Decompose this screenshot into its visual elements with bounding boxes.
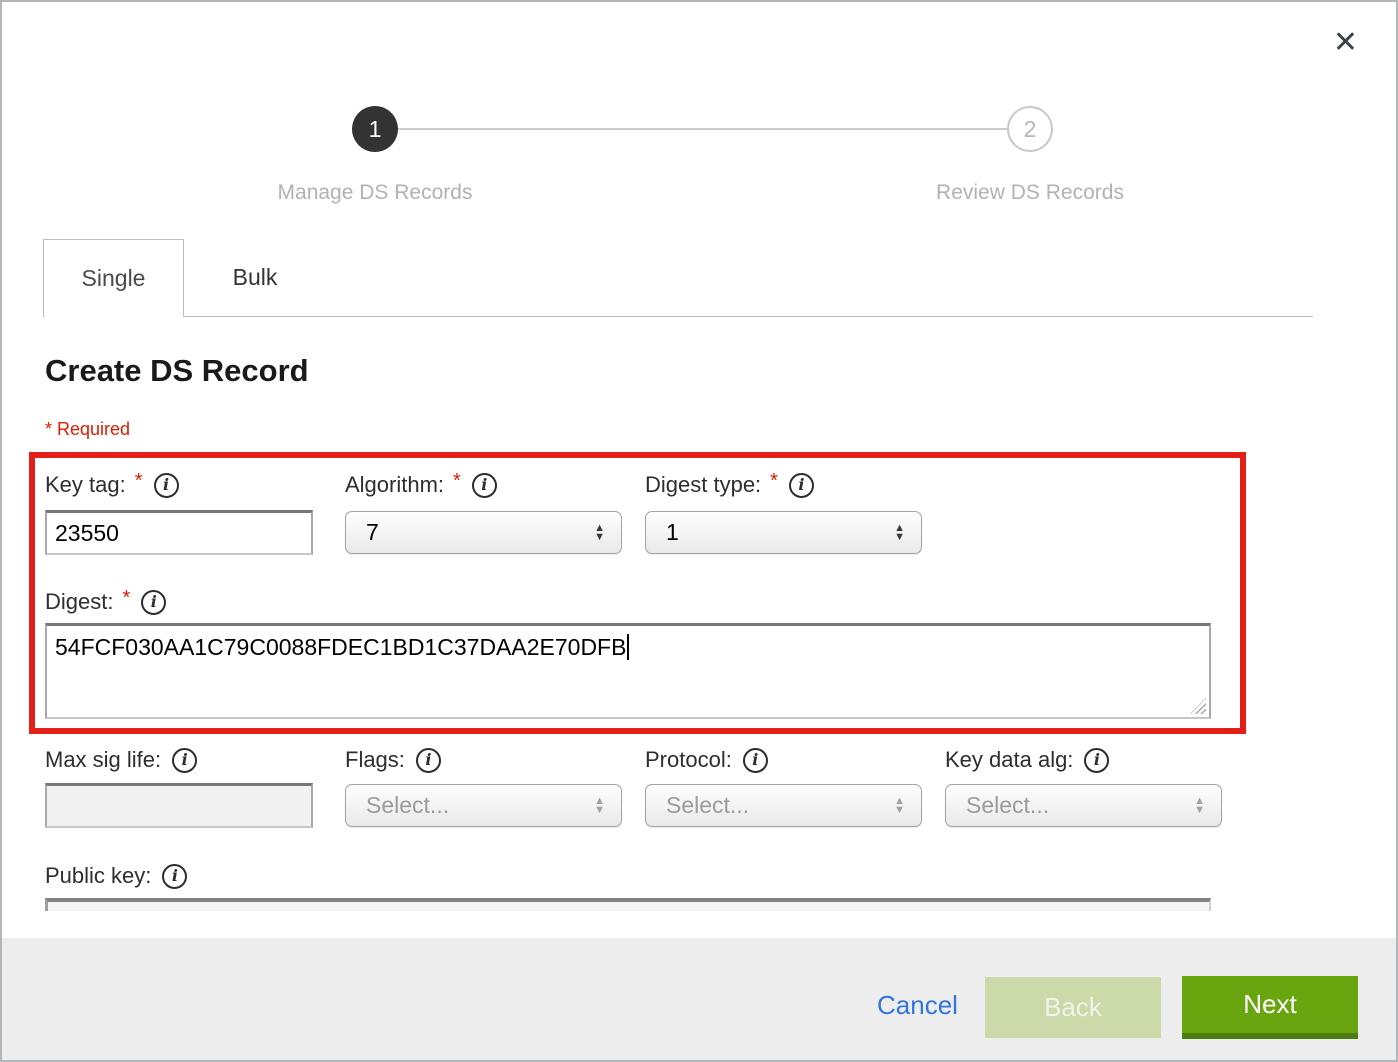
create-ds-record-modal: ✕ 1 2 Manage DS Records Review DS Record… — [0, 0, 1398, 1062]
public-key-textarea[interactable] — [45, 898, 1211, 911]
algorithm-select[interactable]: 7 ▲▼ — [345, 511, 622, 554]
required-asterisk: * — [770, 470, 778, 493]
cancel-link[interactable]: Cancel — [877, 990, 958, 1021]
key-data-alg-label: Key data alg: i — [945, 746, 1109, 774]
info-icon[interactable]: i — [172, 748, 197, 773]
info-icon-glyph: i — [182, 752, 188, 768]
stepper-step-1-circle: 1 — [352, 106, 398, 152]
required-note: * Required — [45, 419, 130, 440]
info-icon[interactable]: i — [789, 473, 814, 498]
info-icon-glyph: i — [481, 477, 487, 493]
info-icon-glyph: i — [425, 752, 431, 768]
digest-label: Digest: * i — [45, 588, 166, 616]
digest-value: 54FCF030AA1C79C0088FDEC1BD1C37DAA2E70DFB — [55, 634, 626, 660]
info-icon-glyph: i — [1094, 752, 1100, 768]
stepper-connector — [398, 128, 1007, 130]
flags-select-value: Select... — [366, 792, 449, 819]
info-icon[interactable]: i — [154, 473, 179, 498]
tab-bulk[interactable]: Bulk — [184, 240, 326, 314]
back-button[interactable]: Back — [985, 977, 1161, 1038]
info-icon[interactable]: i — [472, 473, 497, 498]
stepper-step-2-label: Review DS Records — [880, 181, 1180, 205]
key-tag-label: Key tag: * i — [45, 471, 179, 499]
max-sig-life-input[interactable] — [45, 783, 313, 828]
key-tag-label-text: Key tag: — [45, 472, 126, 498]
close-icon[interactable]: ✕ — [1333, 28, 1358, 58]
info-icon[interactable]: i — [1084, 748, 1109, 773]
flags-label: Flags: i — [345, 746, 441, 774]
key-data-alg-label-text: Key data alg: — [945, 747, 1073, 773]
key-data-alg-select-value: Select... — [966, 792, 1049, 819]
required-asterisk: * — [453, 470, 461, 493]
algorithm-label-text: Algorithm: — [345, 472, 444, 498]
public-key-label-text: Public key: — [45, 863, 151, 889]
page-title: Create DS Record — [45, 353, 309, 389]
algorithm-label: Algorithm: * i — [345, 471, 497, 499]
flags-label-text: Flags: — [345, 747, 405, 773]
protocol-label-text: Protocol: — [645, 747, 732, 773]
info-icon[interactable]: i — [743, 748, 768, 773]
digest-label-text: Digest: — [45, 589, 113, 615]
resize-handle-icon[interactable] — [1190, 698, 1206, 714]
select-arrows-icon: ▲▼ — [894, 524, 905, 542]
tab-single[interactable]: Single — [43, 239, 184, 317]
select-arrows-icon: ▲▼ — [894, 797, 905, 815]
flags-select[interactable]: Select... ▲▼ — [345, 784, 622, 827]
stepper-step-1-label: Manage DS Records — [225, 181, 525, 205]
select-arrows-icon: ▲▼ — [594, 797, 605, 815]
select-arrows-icon: ▲▼ — [594, 524, 605, 542]
required-asterisk: * — [135, 470, 143, 493]
public-key-label: Public key: i — [45, 862, 187, 890]
info-icon[interactable]: i — [141, 590, 166, 615]
info-icon[interactable]: i — [416, 748, 441, 773]
next-button[interactable]: Next — [1182, 976, 1358, 1039]
info-icon-glyph: i — [798, 477, 804, 493]
digest-type-select[interactable]: 1 ▲▼ — [645, 511, 922, 554]
digest-textarea[interactable]: 54FCF030AA1C79C0088FDEC1BD1C37DAA2E70DFB — [45, 623, 1211, 719]
max-sig-life-label-text: Max sig life: — [45, 747, 161, 773]
digest-type-select-value: 1 — [666, 519, 679, 546]
stepper-step-2-circle: 2 — [1007, 106, 1053, 152]
tab-divider — [184, 316, 1313, 317]
max-sig-life-label: Max sig life: i — [45, 746, 197, 774]
key-data-alg-select[interactable]: Select... ▲▼ — [945, 784, 1222, 827]
info-icon[interactable]: i — [162, 864, 187, 889]
select-arrows-icon: ▲▼ — [1194, 797, 1205, 815]
info-icon-glyph: i — [163, 477, 169, 493]
protocol-select-value: Select... — [666, 792, 749, 819]
protocol-label: Protocol: i — [645, 746, 768, 774]
text-caret — [627, 634, 629, 660]
algorithm-select-value: 7 — [366, 519, 379, 546]
digest-type-label-text: Digest type: — [645, 472, 761, 498]
required-asterisk: * — [122, 587, 130, 610]
digest-type-label: Digest type: * i — [645, 471, 814, 499]
info-icon-glyph: i — [151, 594, 157, 610]
key-tag-input[interactable] — [45, 510, 313, 555]
info-icon-glyph: i — [752, 752, 758, 768]
protocol-select[interactable]: Select... ▲▼ — [645, 784, 922, 827]
info-icon-glyph: i — [172, 868, 178, 884]
